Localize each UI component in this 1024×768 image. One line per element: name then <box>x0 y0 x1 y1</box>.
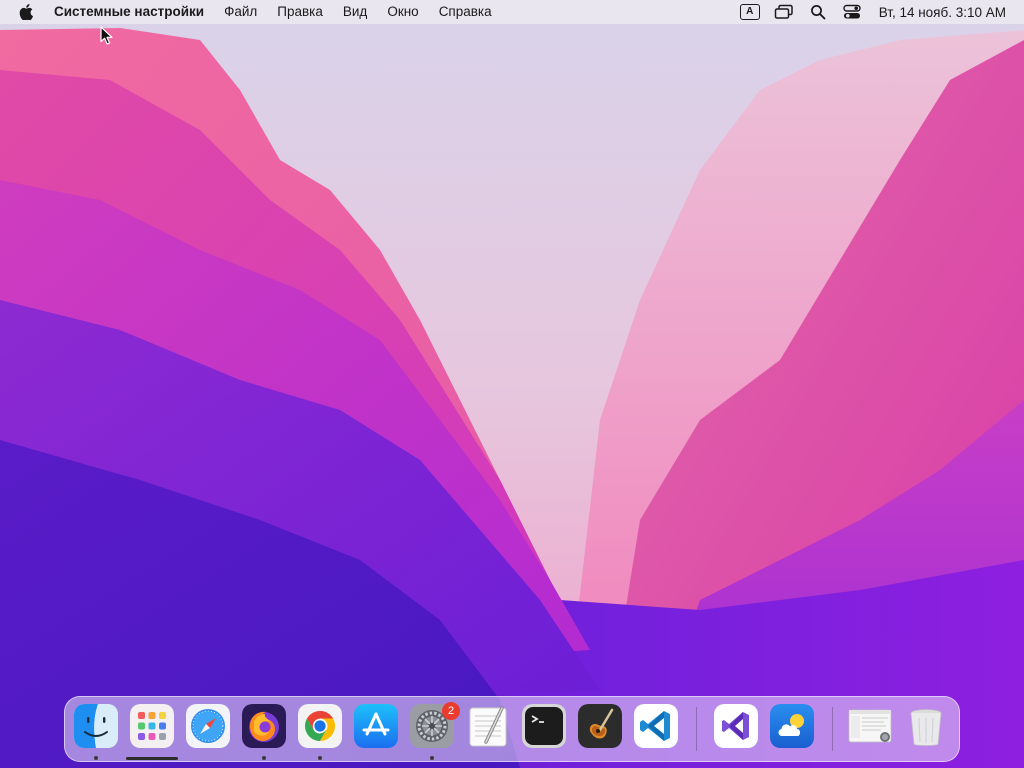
apple-menu-icon[interactable] <box>18 4 34 20</box>
system-settings-running-indicator <box>430 756 434 760</box>
screen-mirroring-icon[interactable] <box>773 3 795 21</box>
menu-help[interactable]: Справка <box>429 0 502 24</box>
mouse-pointer-icon <box>100 26 113 45</box>
wallpaper <box>0 0 1024 768</box>
menu-bar: Системные настройки Файл Правка Вид Окно… <box>0 0 1024 24</box>
firefox-running-indicator <box>262 756 266 760</box>
desktop: Системные настройки Файл Правка Вид Окно… <box>0 0 1024 768</box>
menu-file[interactable]: Файл <box>214 0 267 24</box>
menu-bar-clock[interactable]: Вт, 14 нояб. 3:10 AM <box>879 5 1006 20</box>
terminal-icon[interactable] <box>522 704 566 748</box>
app-menu[interactable]: Системные настройки <box>52 0 214 24</box>
app-store-icon[interactable] <box>354 704 398 748</box>
chrome-icon[interactable] <box>298 704 342 748</box>
input-source-icon[interactable]: A <box>739 3 761 21</box>
safari-icon[interactable] <box>186 704 230 748</box>
garageband-icon[interactable] <box>578 704 622 748</box>
trash-icon[interactable] <box>904 704 948 748</box>
menu-bar-left: Системные настройки Файл Правка Вид Окно… <box>0 0 502 24</box>
screenshot-thumbnail-icon[interactable] <box>848 704 892 748</box>
menu-bar-status: A Вт, 14 нояб. 3:10 AM <box>733 0 1024 24</box>
launchpad-icon[interactable] <box>130 704 174 748</box>
firefox-icon[interactable] <box>242 704 286 748</box>
weather-icon[interactable] <box>770 704 814 748</box>
system-settings-badge: 2 <box>442 702 460 720</box>
menu-window[interactable]: Окно <box>377 0 428 24</box>
dock-separator <box>696 707 697 751</box>
input-source-label: A <box>739 4 760 20</box>
launchpad-open-indicator <box>126 757 178 760</box>
menu-view[interactable]: Вид <box>333 0 377 24</box>
dock-separator-2 <box>832 707 833 751</box>
finder-icon[interactable] <box>74 704 118 748</box>
visual-studio-icon[interactable] <box>714 704 758 748</box>
menu-edit[interactable]: Правка <box>267 0 333 24</box>
textedit-icon[interactable] <box>466 704 510 748</box>
finder-running-indicator <box>94 756 98 760</box>
dock: 2 <box>64 696 960 762</box>
vscode-icon[interactable] <box>634 704 678 748</box>
control-center-icon[interactable] <box>841 3 863 21</box>
chrome-running-indicator <box>318 756 322 760</box>
spotlight-search-icon[interactable] <box>807 3 829 21</box>
